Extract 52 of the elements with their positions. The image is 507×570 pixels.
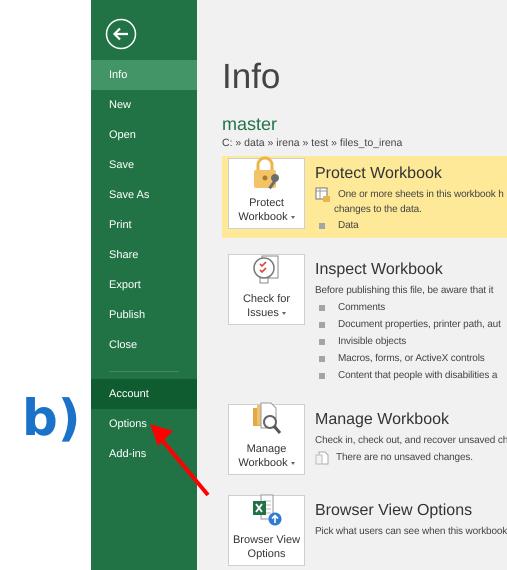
bullet-icon (319, 338, 325, 344)
bullet-icon (319, 356, 325, 362)
file-name: master (222, 113, 278, 135)
list-item-text: Data (338, 219, 359, 233)
sidebar-item[interactable]: Save (91, 150, 197, 180)
page-title: Info (222, 57, 282, 97)
list-item-text: Invisible objects (338, 335, 406, 349)
section-title: Protect Workbook (315, 164, 443, 184)
sidebar-item[interactable]: Export (91, 270, 197, 300)
list-item-text: Content that people with disabilities a (338, 369, 498, 383)
list-item-text: Document properties, printer path, aut (338, 318, 501, 332)
section-title: Browser View Options (315, 501, 474, 521)
spreadsheet-upload-icon (250, 493, 282, 527)
bullet-icon (319, 222, 325, 228)
file-path: C: » data » irena » test » files_to_irena (222, 137, 404, 149)
list-item-text: Comments (338, 301, 386, 315)
documents-search-icon (250, 402, 282, 436)
description-text: Pick what users can see when this workbook (315, 525, 507, 539)
sidebar-item[interactable]: Close (91, 330, 197, 360)
section-title: Manage Workbook (315, 410, 450, 430)
list-item-text: Macros, forms, or ActiveX controls (338, 352, 485, 366)
status-text: One or more sheets in this workbook h (338, 188, 504, 202)
annotation-label: b) (21, 388, 82, 448)
sidebar-item[interactable]: Add-ins (91, 439, 197, 469)
sidebar-item[interactable]: Share (91, 240, 197, 270)
back-icon[interactable] (105, 18, 137, 50)
sidebar-item[interactable]: Publish (91, 300, 197, 330)
document-icon (315, 450, 329, 464)
sidebar-item[interactable]: Info (91, 60, 197, 90)
status-text: changes to the data. (334, 203, 422, 217)
description-text: Before publishing this file, be aware that it (315, 284, 494, 298)
sidebar-item[interactable]: Print (91, 210, 197, 240)
caret-icon (282, 312, 286, 315)
lock-key-icon (252, 156, 282, 190)
sidebar-item[interactable]: Open (91, 120, 197, 150)
checklist-icon (252, 254, 282, 286)
bullet-icon (319, 304, 325, 310)
workbook-action-button[interactable]: Protect Workbook (228, 158, 305, 229)
sheet-lock-icon (315, 186, 331, 202)
workbook-action-button[interactable]: Check for Issues (228, 254, 305, 325)
workbook-action-button[interactable]: Browser View Options (228, 495, 305, 566)
status-text: There are no unsaved changes. (336, 451, 473, 465)
caret-icon (290, 216, 295, 219)
section-title: Inspect Workbook (315, 260, 444, 280)
sidebar-item[interactable]: New (91, 90, 197, 120)
bullet-icon (319, 322, 325, 328)
sidebar-item[interactable]: Account (91, 379, 197, 409)
caret-icon (290, 462, 295, 465)
bullet-icon (319, 372, 325, 378)
workbook-action-button[interactable]: Manage Workbook (228, 404, 305, 475)
sidebar-item[interactable]: Options (91, 409, 197, 439)
sidebar-item[interactable]: Save As (91, 180, 197, 210)
